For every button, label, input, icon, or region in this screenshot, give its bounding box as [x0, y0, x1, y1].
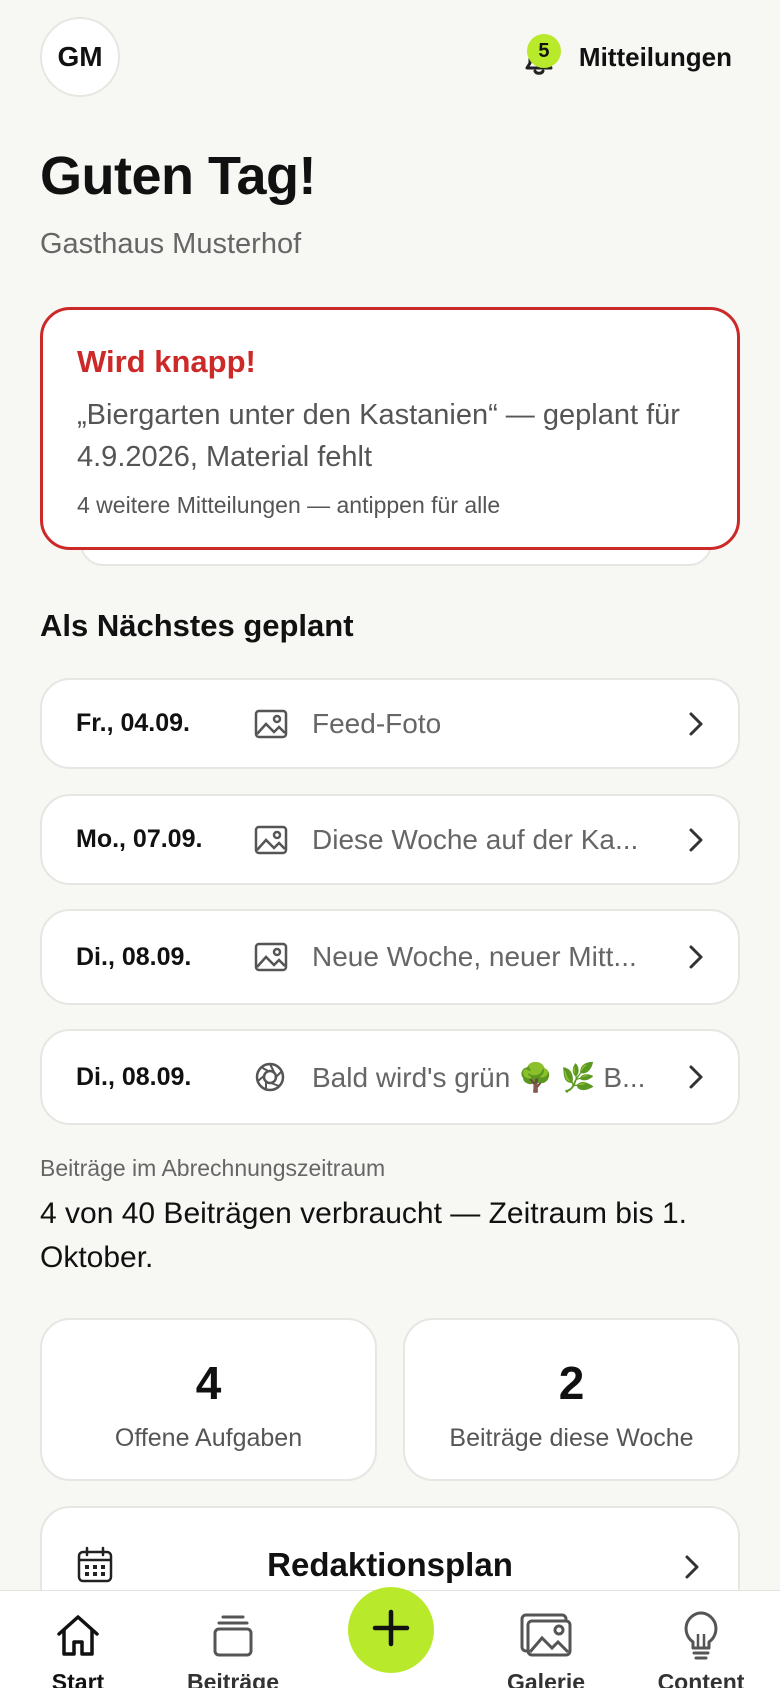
stat-open-tasks[interactable]: 4 Offene Aufgaben: [40, 1318, 377, 1481]
notifications-button[interactable]: 5 Mitteilungen: [519, 34, 732, 80]
alert-text: „Biergarten unter den Kastanien“ — gepla…: [77, 399, 680, 473]
notifications-label: Mitteilungen: [578, 41, 732, 72]
chevron-right-icon: [674, 944, 704, 970]
home-icon: [18, 1609, 138, 1661]
stat-label: Beiträge diese Woche: [449, 1424, 694, 1452]
image-icon: [254, 942, 312, 972]
alert-more-link: 4 weitere Mitteilungen — antippen für al…: [77, 492, 501, 518]
image-icon: [254, 825, 312, 855]
aperture-icon: [254, 1061, 312, 1093]
bell-icon: 5: [519, 34, 565, 80]
gallery-icon: [486, 1609, 606, 1661]
chevron-right-icon: [674, 1064, 704, 1090]
usage-text: 4 von 40 Beiträgen verbraucht — Zeitraum…: [40, 1197, 687, 1274]
stack-icon: [173, 1609, 293, 1661]
section-title-planned: Als Nächstes geplant: [40, 608, 354, 643]
planned-item[interactable]: Di., 08.09. Bald wird's grün 🌳 🌿 B...: [40, 1029, 740, 1125]
stat-value: 2: [558, 1357, 585, 1409]
usage-label: Beiträge im Abrechnungszeitraum: [40, 1155, 386, 1181]
planned-item-title: Diese Woche auf der Ka...: [312, 823, 639, 855]
tab-beitraege[interactable]: Beiträge: [173, 1609, 293, 1688]
planned-item[interactable]: Fr., 04.09. Feed-Foto: [40, 678, 740, 769]
chevron-right-icon: [684, 1554, 700, 1585]
tab-start[interactable]: Start: [18, 1609, 138, 1688]
planned-item-title: Feed-Foto: [312, 707, 442, 739]
tab-galerie[interactable]: Galerie: [486, 1609, 606, 1688]
plus-icon: [371, 1608, 411, 1653]
avatar[interactable]: GM: [40, 17, 120, 97]
tab-label: Galerie: [507, 1669, 585, 1688]
planned-item[interactable]: Di., 08.09. Neue Woche, neuer Mitt...: [40, 909, 740, 1005]
tab-label: Start: [51, 1669, 105, 1688]
create-post-button[interactable]: [348, 1587, 434, 1673]
planned-item-date: Mo., 07.09.: [76, 825, 203, 853]
business-name: Gasthaus Musterhof: [40, 228, 302, 260]
stat-value: 4: [195, 1357, 222, 1409]
stat-posts-this-week[interactable]: 2 Beiträge diese Woche: [403, 1318, 740, 1481]
avatar-initials: GM: [57, 41, 103, 72]
redaktionsplan-label: Redaktionsplan: [267, 1546, 513, 1583]
alert-title: Wird knapp!: [77, 344, 256, 379]
planned-item-date: Di., 08.09.: [76, 1062, 192, 1091]
planned-item-date: Di., 08.09.: [76, 942, 192, 971]
page-title: Guten Tag!: [40, 146, 316, 206]
planned-item-title: Neue Woche, neuer Mitt...: [312, 941, 637, 972]
tab-content[interactable]: Content: [641, 1609, 761, 1688]
tab-label: Beiträge: [186, 1669, 280, 1688]
chevron-right-icon: [674, 827, 704, 853]
lightbulb-icon: [641, 1609, 761, 1661]
stat-label: Offene Aufgaben: [114, 1424, 303, 1452]
alert-card[interactable]: Wird knapp! „Biergarten unter den Kastan…: [40, 307, 740, 550]
planned-item-title: Bald wird's grün 🌳 🌿 B...: [312, 1061, 646, 1093]
planned-item-date: Fr., 04.09.: [76, 709, 190, 737]
chevron-right-icon: [674, 711, 704, 737]
planned-item[interactable]: Mo., 07.09. Diese Woche auf der Ka...: [40, 794, 740, 885]
tab-label: Content: [657, 1669, 745, 1688]
notification-count-badge: 5: [526, 34, 561, 68]
image-icon: [254, 709, 312, 739]
